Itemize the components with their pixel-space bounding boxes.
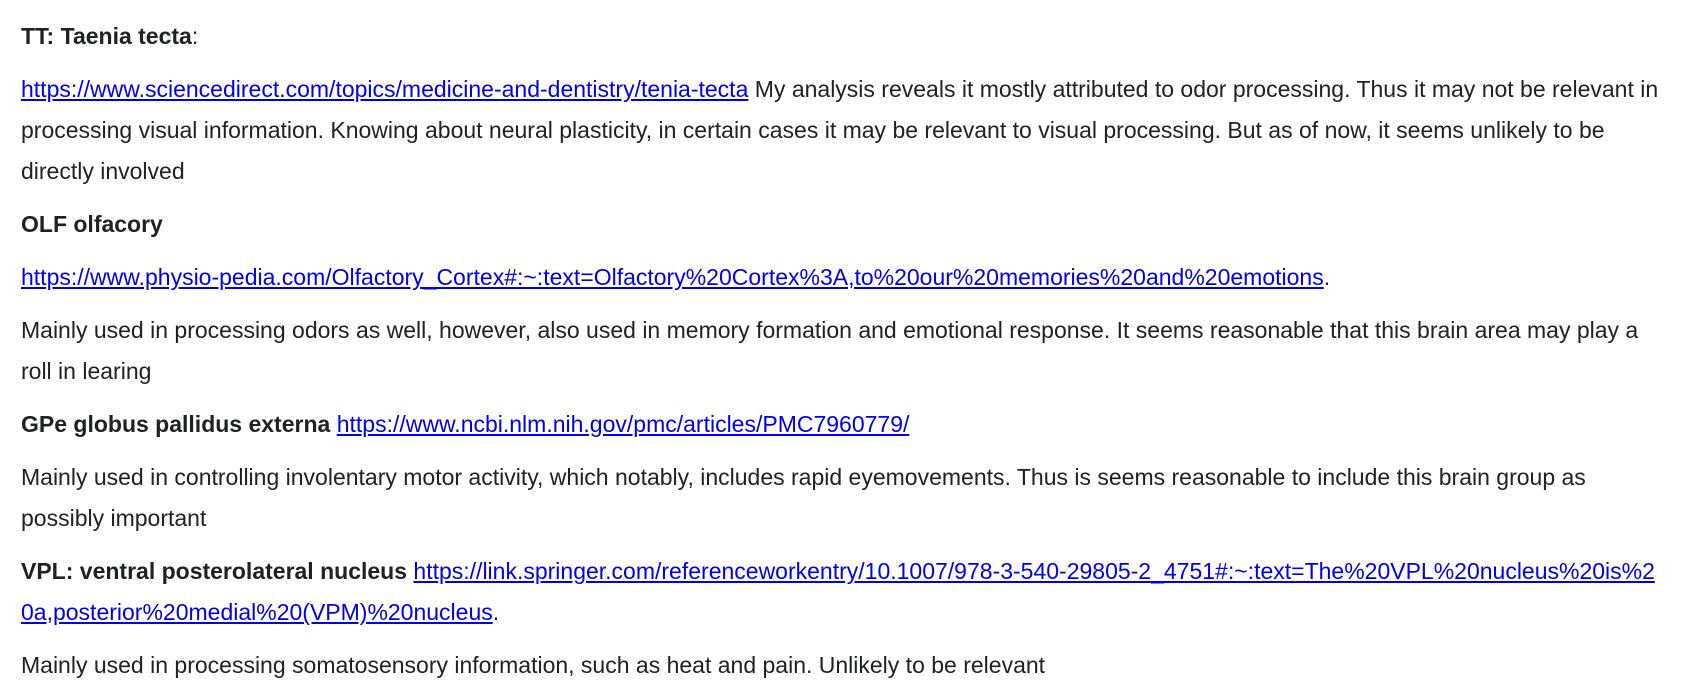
olf-text: Mainly used in processing odors as well,… [21,317,1639,384]
olf-heading: OLF olfacory [21,211,163,237]
vpl-paragraph: Mainly used in processing somatosensory … [21,645,1663,686]
gpe-paragraph: Mainly used in controlling involentary m… [21,457,1663,539]
vpl-link-period: . [492,599,500,625]
olf-heading-paragraph: OLF olfacory [21,204,1663,245]
vpl-heading-paragraph: VPL: ventral posterolateral nucleus http… [21,551,1663,633]
document-body: TT: Taenia tecta: https://www.sciencedir… [0,0,1684,696]
tt-heading: TT: Taenia tecta [21,23,192,49]
olf-paragraph: Mainly used in processing odors as well,… [21,310,1663,392]
gpe-text: Mainly used in controlling involentary m… [21,464,1586,531]
olf-link[interactable]: https://www.physio-pedia.com/Olfactory_C… [21,264,1324,290]
tt-heading-colon: : [191,23,199,49]
tt-heading-paragraph: TT: Taenia tecta: [21,16,1663,57]
tt-link[interactable]: https://www.sciencedirect.com/topics/med… [21,76,748,102]
vpl-heading: VPL: ventral posterolateral nucleus [21,558,408,584]
tt-paragraph: https://www.sciencedirect.com/topics/med… [21,69,1663,192]
olf-link-period: . [1323,264,1331,290]
vpl-text: Mainly used in processing somatosensory … [21,652,1046,678]
olf-link-paragraph: https://www.physio-pedia.com/Olfactory_C… [21,257,1663,298]
gpe-heading: GPe globus pallidus externa [21,411,331,437]
gpe-heading-paragraph: GPe globus pallidus externa https://www.… [21,404,1663,445]
gpe-link[interactable]: https://www.ncbi.nlm.nih.gov/pmc/article… [337,411,910,437]
